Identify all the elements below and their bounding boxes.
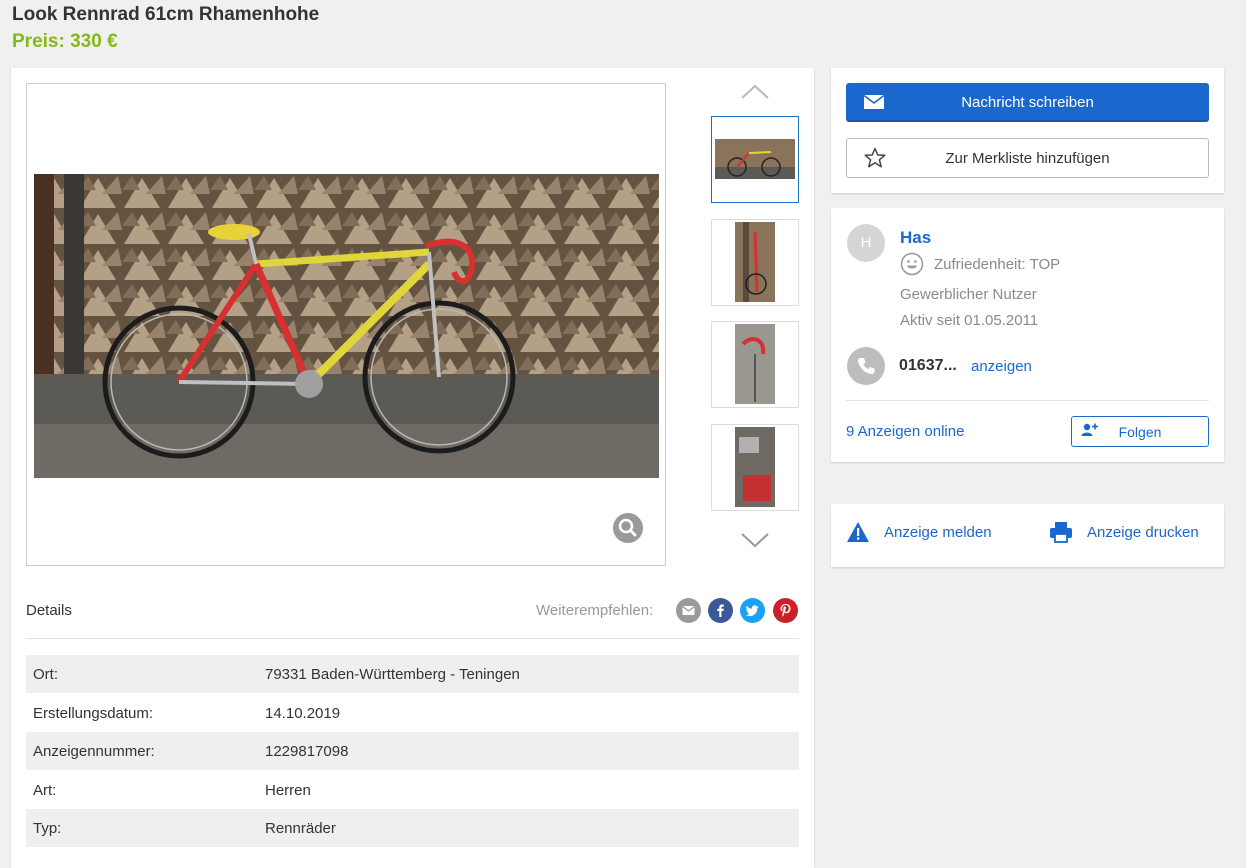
detail-value: 1229817098 bbox=[265, 743, 349, 760]
detail-key: Art: bbox=[33, 782, 57, 799]
warning-icon bbox=[847, 522, 869, 542]
thumbnail-4[interactable] bbox=[711, 424, 799, 511]
ads-online-link[interactable]: 9 Anzeigen online bbox=[846, 423, 964, 440]
bike-photo-thumb-4 bbox=[735, 427, 775, 507]
listing-price: Preis: 330 € bbox=[12, 31, 118, 52]
avatar: H bbox=[847, 224, 885, 262]
main-image-frame[interactable] bbox=[26, 83, 666, 566]
seller-divider bbox=[846, 400, 1209, 401]
send-message-label: Nachricht schreiben bbox=[961, 94, 1094, 111]
chevron-up-icon bbox=[741, 84, 769, 99]
detail-key: Ort: bbox=[33, 666, 58, 683]
send-message-button[interactable]: Nachricht schreiben bbox=[846, 83, 1209, 122]
listing-title: Look Rennrad 61cm Rhamenhohe bbox=[12, 4, 320, 25]
details-heading: Details bbox=[26, 602, 72, 619]
bike-photo-thumb-1 bbox=[715, 139, 795, 179]
detail-key: Anzeigennummer: bbox=[33, 743, 155, 760]
detail-value: Rennräder bbox=[265, 820, 336, 837]
detail-value: Herren bbox=[265, 782, 311, 799]
detail-row-typ: Typ: Rennräder bbox=[26, 809, 799, 847]
detail-row-art: Art: Herren bbox=[26, 771, 799, 809]
add-to-watchlist-label: Zur Merkliste hinzufügen bbox=[945, 150, 1110, 167]
add-to-watchlist-button[interactable]: Zur Merkliste hinzufügen bbox=[846, 138, 1209, 178]
print-ad-link[interactable]: Anzeige drucken bbox=[1087, 524, 1199, 541]
main-bike-photo[interactable] bbox=[34, 174, 659, 478]
phone-number-partial: 01637... bbox=[899, 357, 957, 374]
details-divider bbox=[26, 638, 799, 639]
thumbnail-1[interactable] bbox=[711, 116, 799, 203]
share-facebook-button[interactable] bbox=[708, 598, 733, 623]
phone-icon-circle bbox=[847, 347, 885, 385]
twitter-icon bbox=[745, 605, 759, 617]
bike-photo-thumb-2 bbox=[735, 222, 775, 302]
detail-key: Typ: bbox=[33, 820, 62, 837]
magnifier-icon bbox=[618, 518, 637, 537]
thumbnail-2[interactable] bbox=[711, 219, 799, 306]
seller-active-since: Aktiv seit 01.05.2011 bbox=[900, 312, 1039, 329]
show-phone-link[interactable]: anzeigen bbox=[971, 358, 1032, 375]
seller-name-link[interactable]: Has bbox=[900, 228, 931, 248]
share-email-button[interactable] bbox=[676, 598, 701, 623]
detail-row-erstellungsdatum: Erstellungsdatum: 14.10.2019 bbox=[26, 694, 799, 732]
seller-rating: Zufriedenheit: TOP bbox=[934, 256, 1061, 273]
detail-value: 14.10.2019 bbox=[265, 705, 341, 722]
seller-type: Gewerblicher Nutzer bbox=[900, 286, 1037, 303]
share-pinterest-button[interactable] bbox=[773, 598, 798, 623]
share-twitter-button[interactable] bbox=[740, 598, 765, 623]
bike-photo-thumb-3 bbox=[735, 324, 775, 404]
email-icon bbox=[682, 606, 695, 615]
detail-key: Erstellungsdatum: bbox=[33, 705, 154, 722]
share-label: Weiterempfehlen: bbox=[536, 602, 654, 619]
report-ad-link[interactable]: Anzeige melden bbox=[884, 524, 992, 541]
thumbs-down-button[interactable] bbox=[739, 530, 771, 550]
thumbnail-3[interactable] bbox=[711, 321, 799, 408]
facebook-icon bbox=[717, 604, 724, 617]
smiley-icon bbox=[900, 252, 924, 276]
zoom-button[interactable] bbox=[613, 513, 643, 543]
follow-button[interactable]: Folgen bbox=[1071, 416, 1209, 447]
detail-row-ort: Ort: 79331 Baden-Württemberg - Teningen bbox=[26, 655, 799, 693]
bike-photo-illustration bbox=[34, 174, 659, 478]
phone-icon bbox=[858, 358, 875, 374]
listing-main-card: Details Weiterempfehlen: Ort: 79331 Bade… bbox=[11, 68, 814, 868]
printer-icon bbox=[1050, 522, 1072, 543]
thumbs-up-button[interactable] bbox=[739, 82, 771, 102]
chevron-down-icon bbox=[741, 533, 769, 548]
detail-value: 79331 Baden-Württemberg - Teningen bbox=[265, 666, 520, 683]
detail-row-anzeigennummer: Anzeigennummer: 1229817098 bbox=[26, 732, 799, 770]
follow-label: Folgen bbox=[1118, 424, 1162, 440]
pinterest-icon bbox=[780, 604, 791, 617]
